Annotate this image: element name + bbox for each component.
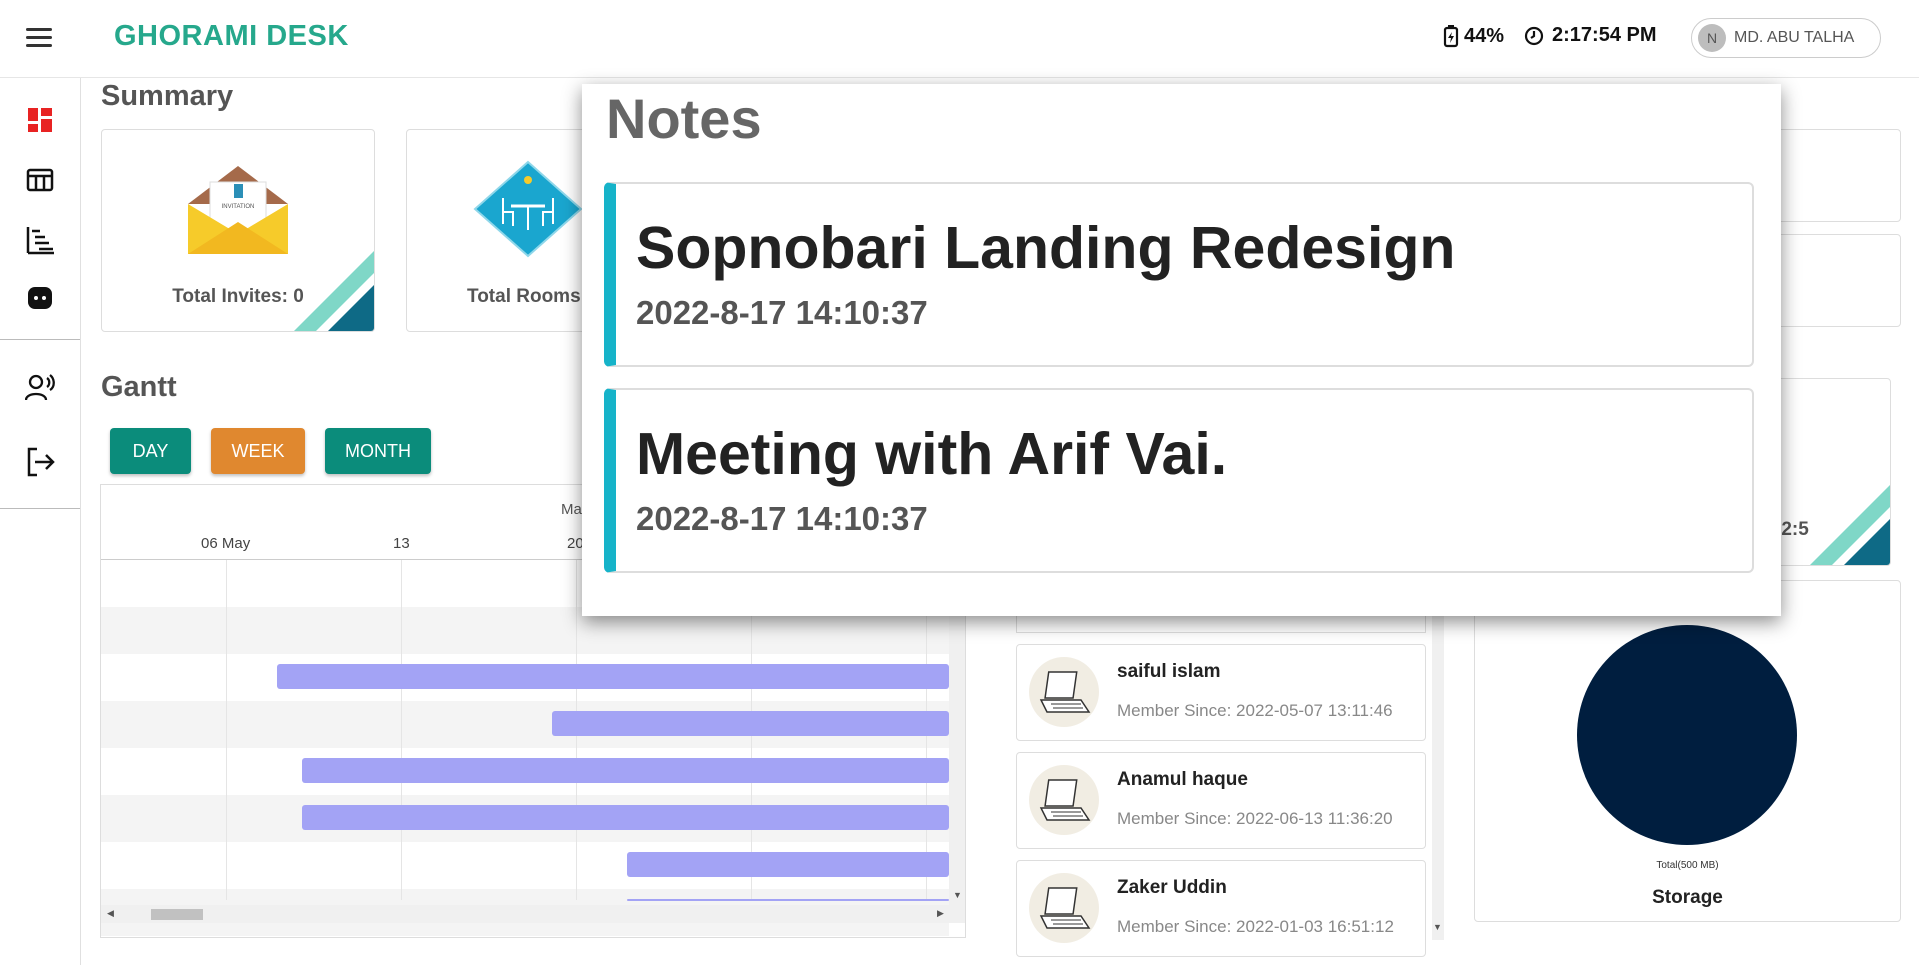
member-name: saiful islam — [1117, 661, 1221, 682]
scroll-down-icon[interactable]: ▼ — [953, 890, 962, 900]
chat-icon[interactable] — [24, 282, 56, 314]
team-icon[interactable] — [24, 372, 56, 404]
envelope-icon: INVITATION — [188, 166, 288, 254]
storage-pie-chart[interactable] — [1577, 625, 1797, 845]
scroll-left-icon[interactable]: ◀ — [107, 908, 114, 919]
gantt-task-bar[interactable] — [627, 852, 949, 877]
gantt-tick: 13 — [393, 535, 410, 552]
gantt-task-bar[interactable] — [627, 899, 949, 901]
gantt-month-label: Ma — [561, 501, 582, 518]
note-item[interactable]: Meeting with Arif Vai. 2022-8-17 14:10:3… — [604, 388, 1754, 573]
horizontal-scrollbar[interactable]: ◀ ▶ — [101, 905, 965, 923]
scroll-down-icon[interactable]: ▼ — [1433, 922, 1442, 932]
gantt-task-bar[interactable] — [277, 664, 949, 689]
gantt-task-bar[interactable] — [302, 758, 949, 783]
invitation-card-text: INVITATION — [222, 204, 255, 210]
note-item[interactable]: Sopnobari Landing Redesign 2022-8-17 14:… — [604, 182, 1754, 367]
gantt-gridline — [226, 560, 227, 900]
laptop-icon — [1029, 657, 1099, 727]
notes-modal: Notes Sopnobari Landing Redesign 2022-8-… — [582, 84, 1781, 616]
meeting-room-icon — [473, 160, 583, 258]
note-title: Meeting with Arif Vai. — [636, 421, 1228, 487]
battery-status: 44% — [1442, 24, 1504, 48]
menu-icon[interactable] — [26, 28, 52, 48]
gantt-gridline — [401, 560, 402, 900]
note-date: 2022-8-17 14:10:37 — [636, 294, 928, 331]
card-corner-decoration — [1810, 485, 1890, 565]
clock: 2:17:54 PM — [1524, 24, 1657, 47]
summary-card — [1760, 234, 1901, 327]
member-card[interactable]: Zaker Uddin Member Since: 2022-01-03 16:… — [1016, 860, 1426, 957]
gantt-title: Gantt — [101, 371, 177, 403]
gantt-icon[interactable] — [24, 224, 56, 256]
invites-card[interactable]: INVITATION Total Invites: 0 — [101, 129, 375, 332]
month-button[interactable]: MONTH — [325, 428, 431, 474]
clock-time: 2:17:54 PM — [1552, 24, 1657, 46]
member-name: Anamul haque — [1117, 769, 1248, 790]
clock-icon — [1524, 26, 1544, 45]
member-since: Member Since: 2022-06-13 11:36:20 — [1117, 809, 1393, 828]
day-button[interactable]: DAY — [110, 428, 191, 474]
logout-icon[interactable] — [24, 446, 56, 478]
gantt-task-bar[interactable] — [302, 805, 949, 830]
week-button[interactable]: WEEK — [211, 428, 305, 474]
user-menu[interactable]: N MD. ABU TALHA — [1691, 18, 1881, 58]
summary-card — [1760, 129, 1901, 222]
battery-icon — [1443, 25, 1459, 48]
sidebar-divider — [0, 508, 80, 509]
dashboard-icon[interactable] — [24, 104, 56, 136]
storage-card: Total(500 MB) Storage — [1474, 580, 1901, 922]
rooms-card[interactable]: Total Rooms — [406, 129, 606, 332]
card-corner-decoration — [294, 251, 374, 331]
note-title: Sopnobari Landing Redesign — [636, 215, 1456, 281]
member-card[interactable]: saiful islam Member Since: 2022-05-07 13… — [1016, 644, 1426, 741]
brand-title: GHORAMI DESK — [114, 20, 349, 52]
storage-total: Total(500 MB) — [1656, 860, 1719, 871]
laptop-icon — [1029, 873, 1099, 943]
user-name: MD. ABU TALHA — [1734, 29, 1855, 46]
members-scrollbar[interactable]: ▼ — [1432, 600, 1444, 940]
member-since: Member Since: 2022-05-07 13:11:46 — [1117, 701, 1393, 720]
member-since: Member Since: 2022-01-03 16:51:12 — [1117, 917, 1394, 936]
top-bar: GHORAMI DESK 44% 2:17:54 PM N MD. ABU TA… — [0, 0, 1919, 78]
member-name: Zaker Uddin — [1117, 877, 1227, 898]
gantt-tick: 06 May — [201, 535, 251, 552]
table-icon[interactable] — [24, 164, 56, 196]
sidebar — [0, 78, 81, 965]
summary-title: Summary — [101, 80, 234, 112]
sidebar-divider — [0, 339, 80, 340]
member-card[interactable]: Anamul haque Member Since: 2022-06-13 11… — [1016, 752, 1426, 849]
scrollbar-thumb[interactable] — [151, 909, 203, 920]
avatar: N — [1698, 24, 1726, 52]
battery-percent: 44% — [1464, 24, 1505, 47]
gantt-task-bar[interactable] — [552, 711, 949, 736]
notes-title: Notes — [606, 87, 762, 150]
note-date: 2022-8-17 14:10:37 — [636, 500, 928, 537]
laptop-icon — [1029, 765, 1099, 835]
scroll-right-icon[interactable]: ▶ — [937, 908, 944, 919]
storage-label: Storage — [1652, 887, 1723, 908]
